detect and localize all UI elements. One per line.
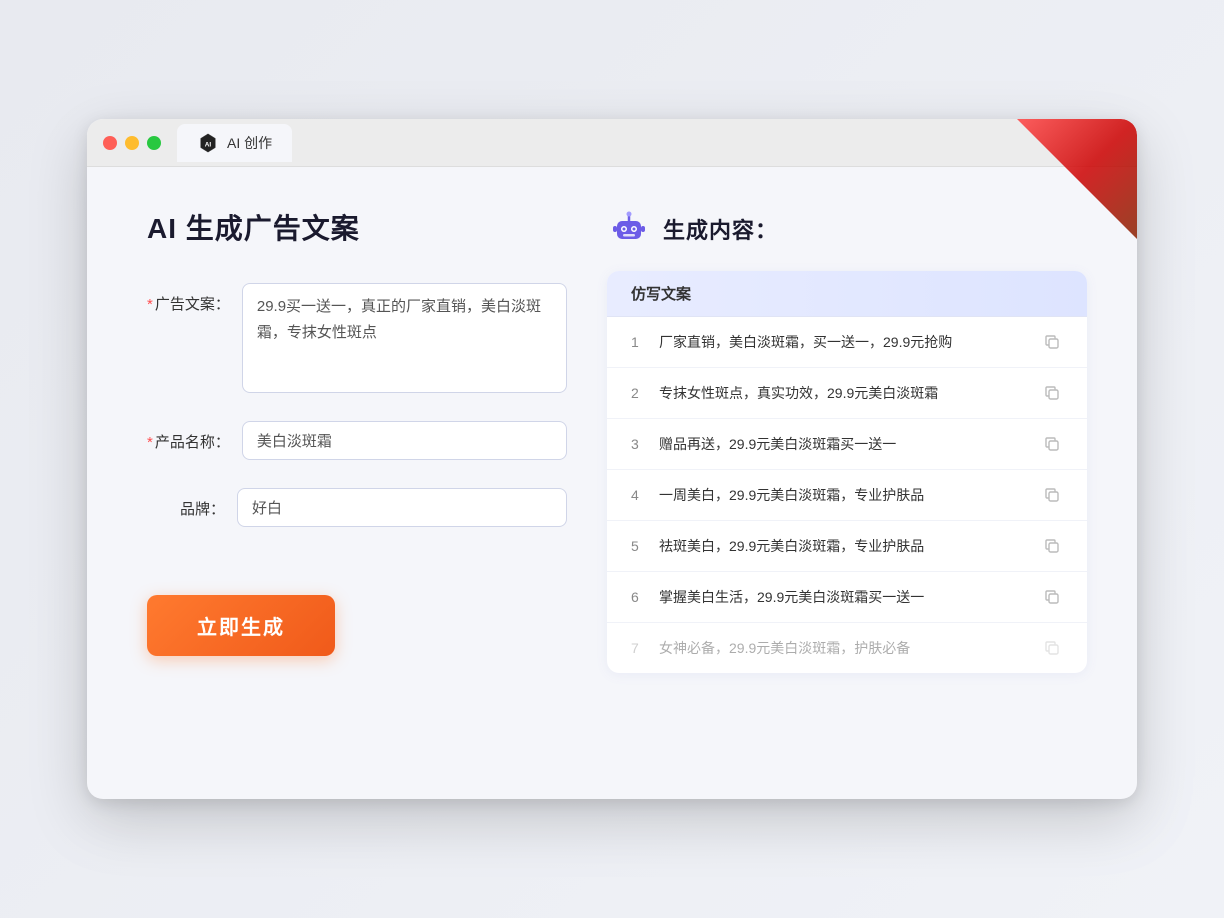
result-number: 5 [631,538,659,554]
svg-text:AI: AI [205,141,212,148]
brand-group: 品牌： [147,488,567,527]
robot-icon [607,207,651,251]
ai-creation-tab[interactable]: AI AI 创作 [177,124,292,162]
results-container: 仿写文案 1厂家直销，美白淡斑霜，买一送一，29.9元抢购 2专抹女性斑点，真实… [607,271,1087,673]
copy-icon[interactable] [1041,535,1063,557]
result-text: 祛斑美白，29.9元美白淡斑霜，专业护肤品 [659,536,1041,557]
brand-label: 品牌： [147,488,237,519]
product-name-label: *产品名称： [147,421,242,452]
result-row: 5祛斑美白，29.9元美白淡斑霜，专业护肤品 [607,521,1087,572]
page-title: AI 生成广告文案 [147,207,567,247]
result-text: 专抹女性斑点，真实功效，29.9元美白淡斑霜 [659,383,1041,404]
browser-titlebar: AI AI 创作 [87,119,1137,167]
ad-copy-input[interactable]: 29.9买一送一，真正的厂家直销，美白淡斑霜，专抹女性斑点 [242,283,567,393]
result-row: 7女神必备，29.9元美白淡斑霜，护肤必备 [607,623,1087,673]
traffic-lights [103,136,161,150]
ad-copy-group: *广告文案： 29.9买一送一，真正的厂家直销，美白淡斑霜，专抹女性斑点 [147,283,567,393]
ai-tab-icon: AI [197,132,219,154]
copy-icon[interactable] [1041,433,1063,455]
copy-icon[interactable] [1041,484,1063,506]
copy-icon[interactable] [1041,586,1063,608]
left-panel: AI 生成广告文案 *广告文案： 29.9买一送一，真正的厂家直销，美白淡斑霜，… [147,207,567,727]
copy-icon[interactable] [1041,382,1063,404]
generate-button[interactable]: 立即生成 [147,595,335,656]
result-text: 厂家直销，美白淡斑霜，买一送一，29.9元抢购 [659,332,1041,353]
product-name-group: *产品名称： [147,421,567,460]
result-number: 6 [631,589,659,605]
maximize-button[interactable] [147,136,161,150]
results-header: 仿写文案 [607,271,1087,317]
copy-icon[interactable] [1041,637,1063,659]
right-title: 生成内容： [663,213,778,245]
result-number: 4 [631,487,659,503]
result-text: 掌握美白生活，29.9元美白淡斑霜买一送一 [659,587,1041,608]
result-row: 3赠品再送，29.9元美白淡斑霜买一送一 [607,419,1087,470]
minimize-button[interactable] [125,136,139,150]
brand-input[interactable] [237,488,567,527]
result-number: 2 [631,385,659,401]
result-text: 女神必备，29.9元美白淡斑霜，护肤必备 [659,638,1041,659]
browser-window: AI AI 创作 AI 生成广告文案 *广告文案： 29.9买一送一，真正的厂家… [87,119,1137,799]
product-required: * [147,434,153,451]
results-list: 1厂家直销，美白淡斑霜，买一送一，29.9元抢购 2专抹女性斑点，真实功效，29… [607,317,1087,673]
copy-icon[interactable] [1041,331,1063,353]
ad-copy-label: *广告文案： [147,283,242,314]
result-row: 2专抹女性斑点，真实功效，29.9元美白淡斑霜 [607,368,1087,419]
close-button[interactable] [103,136,117,150]
result-row: 4一周美白，29.9元美白淡斑霜，专业护肤品 [607,470,1087,521]
tab-label: AI 创作 [227,133,272,153]
result-text: 一周美白，29.9元美白淡斑霜，专业护肤品 [659,485,1041,506]
result-number: 3 [631,436,659,452]
right-panel: 生成内容： 仿写文案 1厂家直销，美白淡斑霜，买一送一，29.9元抢购 2专抹女… [607,207,1087,727]
product-name-input[interactable] [242,421,567,460]
content-area: AI 生成广告文案 *广告文案： 29.9买一送一，真正的厂家直销，美白淡斑霜，… [87,167,1137,767]
right-header: 生成内容： [607,207,1087,251]
result-number: 7 [631,640,659,656]
result-row: 1厂家直销，美白淡斑霜，买一送一，29.9元抢购 [607,317,1087,368]
result-number: 1 [631,334,659,350]
result-row: 6掌握美白生活，29.9元美白淡斑霜买一送一 [607,572,1087,623]
result-text: 赠品再送，29.9元美白淡斑霜买一送一 [659,434,1041,455]
ad-copy-required: * [147,296,153,313]
